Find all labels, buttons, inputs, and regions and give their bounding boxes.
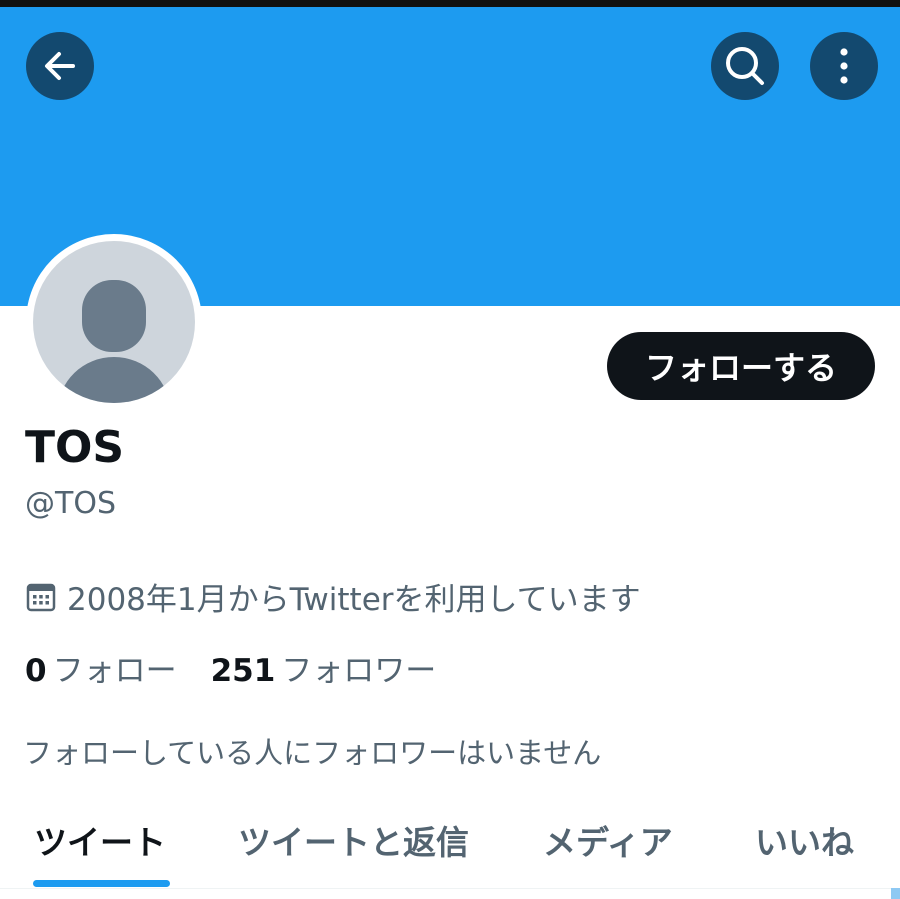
more-vertical-icon [840,48,848,84]
status-bar-edge [0,0,900,7]
more-options-button[interactable] [810,32,878,100]
tabs-divider [0,888,900,889]
user-handle: @TOS [25,486,116,521]
tab-tweets[interactable]: ツイート [34,800,166,880]
display-name: TOS [25,422,125,473]
joined-text: 2008年1月からTwitterを利用しています [67,582,641,618]
scrollbar-thumb[interactable] [891,888,900,899]
known-followers-note: フォローしている人にフォロワーはいません [23,736,602,770]
search-icon [726,47,764,85]
avatar[interactable] [26,234,202,410]
search-button[interactable] [711,32,779,100]
tab-likes[interactable]: いいね [755,800,854,880]
joined-date: 2008年1月からTwitterを利用しています [25,574,641,619]
following-link[interactable]: 0 フォロー [25,653,177,689]
arrow-left-icon [45,52,75,80]
back-button[interactable] [26,32,94,100]
follow-button[interactable]: フォローする [607,332,875,400]
followers-label: フォロワー [281,653,437,689]
profile-tabs: ツイート ツイートと返信 メディア いいね [0,800,900,890]
following-label: フォロー [52,653,177,689]
tab-tweets-and-replies[interactable]: ツイートと返信 [238,800,469,880]
followers-count: 251 [210,653,276,689]
default-avatar-icon [33,241,195,403]
followers-link[interactable]: 251 フォロワー [211,653,437,689]
follow-stats: 0 フォロー 251 フォロワー [25,645,436,690]
calendar-icon [26,583,56,611]
active-tab-indicator [33,880,170,887]
tab-media[interactable]: メディア [543,800,673,880]
following-count: 0 [25,653,47,689]
